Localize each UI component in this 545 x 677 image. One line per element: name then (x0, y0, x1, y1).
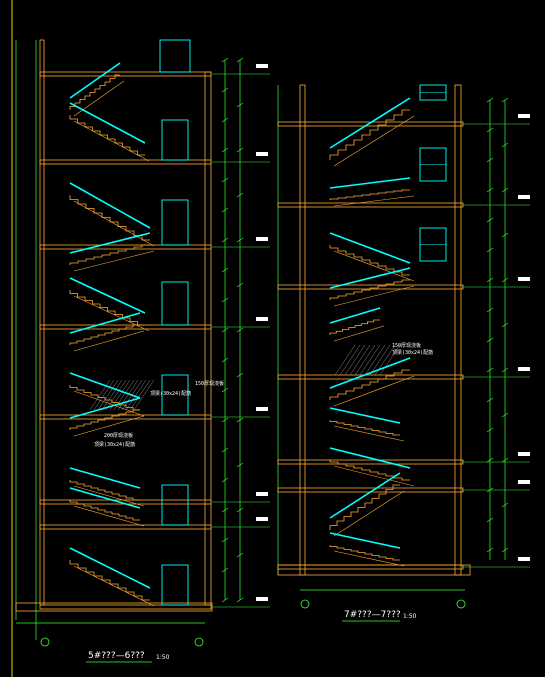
left-note-lower: 200厚现浇板 (104, 432, 133, 439)
right-note: 150厚现浇板 (392, 342, 421, 349)
left-section-title: 5#???—6??? (88, 651, 145, 661)
r-level-marker-4 (518, 452, 530, 456)
drawing-background (0, 0, 545, 677)
level-marker-5 (256, 492, 268, 496)
right-note-2: 顶梁(30x24)配筋 (392, 349, 433, 356)
cad-drawing-canvas: 150厚现浇板 顶梁(30x24)配筋 200厚现浇板 顶梁(30x24)配筋 … (0, 0, 545, 677)
left-note-lower-2: 顶梁(30x24)配筋 (94, 441, 135, 448)
right-section-scale: 1:50 (403, 613, 417, 620)
r-level-marker-1 (518, 195, 530, 199)
left-note-upper: 150厚现浇板 (195, 380, 224, 387)
level-marker-2 (256, 237, 268, 241)
r-level-marker-6 (518, 557, 530, 561)
r-level-marker-5 (518, 480, 530, 484)
level-marker-6 (256, 517, 268, 521)
r-level-marker-3 (518, 367, 530, 371)
r-level-marker-2 (518, 277, 530, 281)
level-marker-0 (256, 64, 268, 68)
r-level-marker-0 (518, 114, 530, 118)
right-section-title: 7#???—7??? (344, 610, 401, 620)
level-marker-1 (256, 152, 268, 156)
level-marker-3 (256, 317, 268, 321)
left-section-scale: 1:50 (156, 654, 170, 661)
level-marker-4 (256, 407, 268, 411)
level-marker-7 (256, 597, 268, 601)
left-note-upper-2: 顶梁(30x24)配筋 (150, 390, 191, 397)
